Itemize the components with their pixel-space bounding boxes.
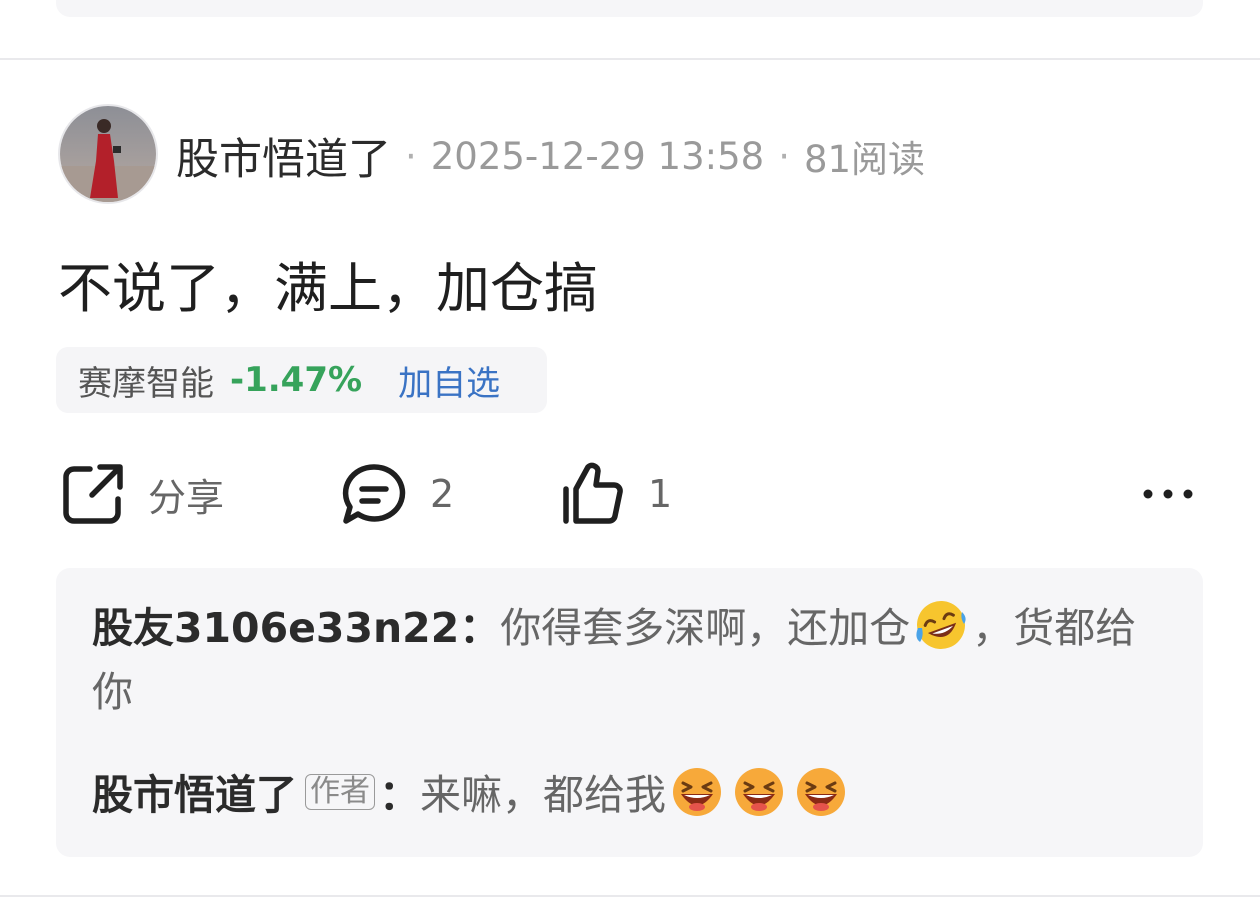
comment-text: 来嘛，都给我 <box>420 771 666 819</box>
grinning-squinting-emoji-icon <box>735 768 783 816</box>
feed-page: 股市悟道了 · 2025-12-29 13:58 · 81阅读 不说了，满上，加… <box>0 0 1260 924</box>
grinning-squinting-emoji-icon <box>797 768 845 816</box>
action-bar: 分享 2 1 <box>0 458 1260 530</box>
share-icon <box>63 464 123 524</box>
post-content[interactable]: 不说了，满上，加仓搞 <box>58 244 598 323</box>
meta-separator: · <box>778 134 790 178</box>
avatar[interactable] <box>58 104 158 204</box>
like-button[interactable]: 1 <box>560 458 672 530</box>
stock-chip[interactable]: 赛摩智能 -1.47% 加自选 <box>56 347 547 413</box>
comment-count: 2 <box>430 472 455 516</box>
comment-user[interactable]: 股市悟道了 <box>92 771 297 819</box>
comment-user[interactable]: 股友3106e33n22 <box>92 604 459 652</box>
author-badge: 作者 <box>305 774 375 810</box>
previous-comment-card <box>56 0 1203 17</box>
thumbs-up-icon <box>563 462 623 524</box>
emoji-group <box>666 768 852 819</box>
comment-colon: ： <box>459 604 501 652</box>
post-time: 2025-12-29 13:58 <box>430 134 765 178</box>
meta-separator: · <box>405 134 417 178</box>
post-meta-row: 股市悟道了 · 2025-12-29 13:58 · 81阅读 <box>176 126 925 186</box>
comment-icon <box>342 464 406 524</box>
divider <box>0 58 1260 60</box>
more-button[interactable] <box>1138 458 1198 530</box>
author-name[interactable]: 股市悟道了 <box>176 125 391 187</box>
grinning-squinting-emoji-icon <box>673 768 721 816</box>
divider <box>0 895 1260 897</box>
share-label: 分享 <box>148 475 225 520</box>
read-count: 81阅读 <box>803 138 926 181</box>
comment-item[interactable]: 股友3106e33n22：你得套多深啊，还加仓 ，货都给你 <box>92 596 1142 724</box>
comment-button[interactable]: 2 <box>340 458 454 530</box>
stock-change: -1.47% <box>230 360 363 400</box>
share-button[interactable]: 分享 <box>60 458 224 530</box>
comment-item[interactable]: 股市悟道了 作者 ：来嘛，都给我 <box>92 763 1142 827</box>
like-count: 1 <box>648 472 673 516</box>
comments-preview[interactable]: 股友3106e33n22：你得套多深啊，还加仓 ，货都给你 股市悟道了 作者 ：来嘛… <box>56 568 1203 857</box>
comment-text: 你得套多深啊，还加仓 <box>500 604 911 652</box>
rolling-laughing-emoji-icon <box>916 601 966 649</box>
stock-name[interactable]: 赛摩智能 <box>78 356 214 405</box>
add-watchlist-button[interactable]: 加自选 <box>398 356 500 405</box>
comment-colon: ： <box>379 771 420 819</box>
more-dots-icon <box>1143 489 1193 499</box>
